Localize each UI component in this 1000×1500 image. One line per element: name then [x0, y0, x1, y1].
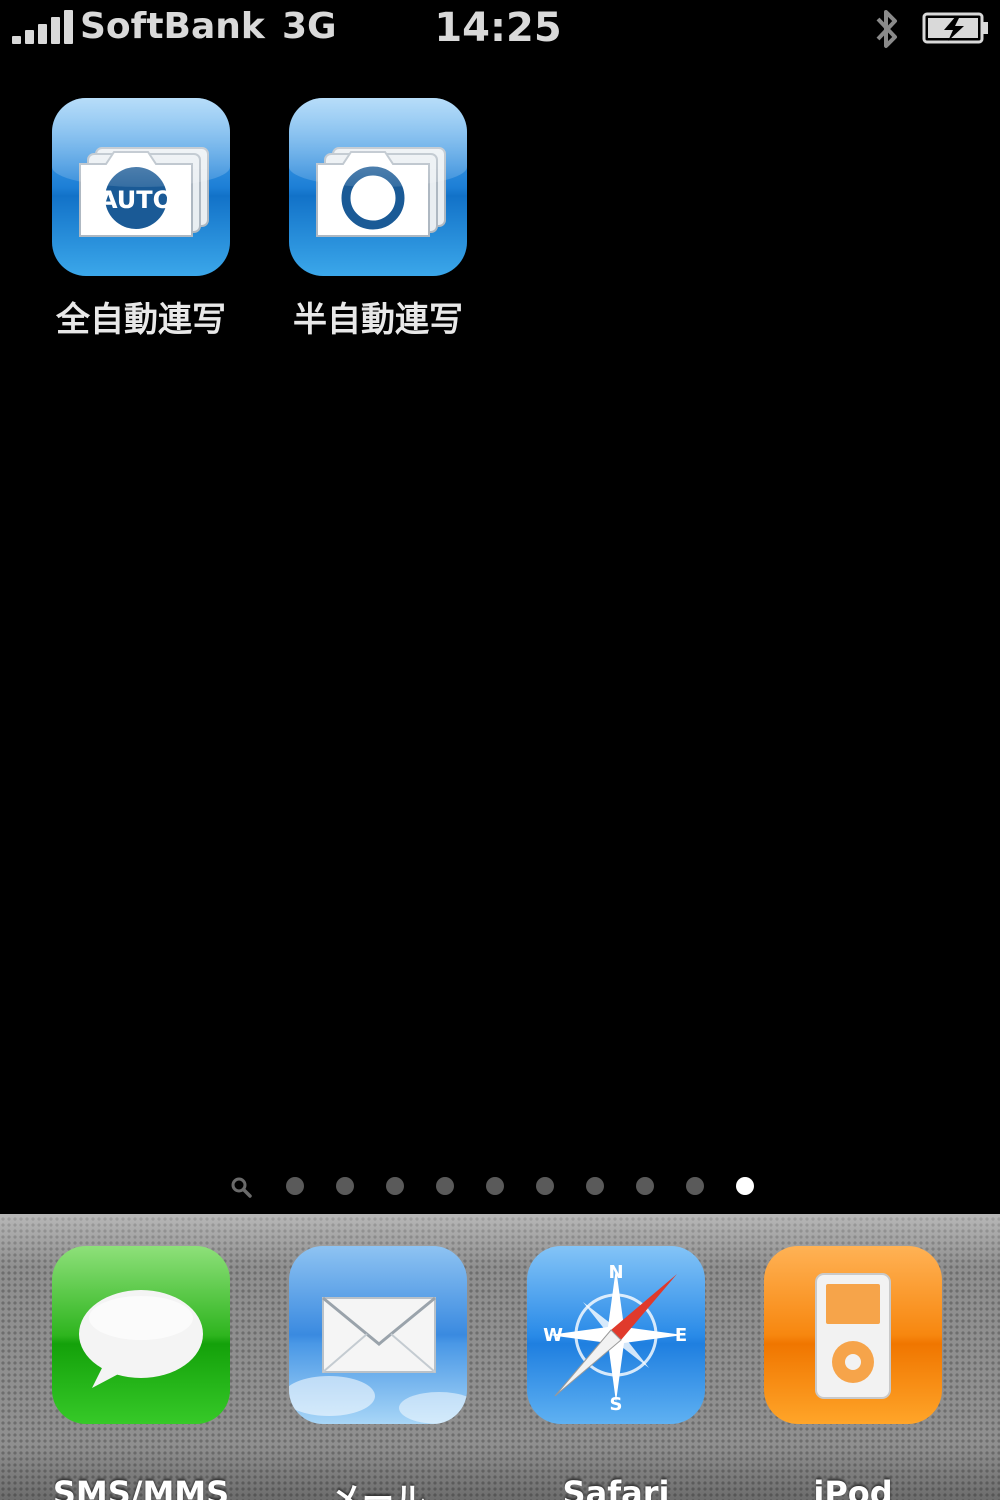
dock-app-sms[interactable]: SMS/MMS	[41, 1246, 241, 1500]
ipod-icon	[764, 1246, 942, 1424]
svg-text:E: E	[675, 1325, 687, 1346]
app-label: 全自動連写	[56, 300, 226, 340]
dock-app-safari[interactable]: N S W E Safari	[516, 1246, 716, 1500]
envelope-icon	[289, 1246, 467, 1424]
svg-text:W: W	[543, 1325, 563, 1346]
page-dot[interactable]	[636, 1177, 654, 1195]
dock-app-mail[interactable]: メール	[278, 1246, 478, 1500]
camera-auto-icon: AUTO	[52, 98, 230, 276]
app-auto-burst[interactable]: AUTO 全自動連写	[51, 98, 231, 341]
status-bar: SoftBank 3G 14:25	[0, 0, 1000, 58]
svg-text:N: N	[608, 1262, 623, 1283]
home-screen: SoftBank 3G 14:25 AUTO 全自動連写 半自動連写 SMS/M…	[0, 0, 1000, 1500]
battery-charging-icon	[922, 12, 988, 44]
dock-label: iPod	[813, 1474, 893, 1500]
dock-label: メール	[329, 1480, 426, 1500]
page-dot[interactable]	[386, 1177, 404, 1195]
search-icon[interactable]	[229, 1175, 253, 1199]
clock-container: 14:25	[0, 5, 1000, 51]
auto-badge: AUTO	[99, 186, 173, 214]
page-dot[interactable]	[686, 1177, 704, 1195]
dock-label: SMS/MMS	[52, 1474, 230, 1500]
app-label: 半自動連写	[293, 300, 463, 340]
page-dot[interactable]	[436, 1177, 454, 1195]
page-dot[interactable]	[586, 1177, 604, 1195]
page-dot[interactable]	[486, 1177, 504, 1195]
dock-label: Safari	[562, 1474, 670, 1500]
svg-text:S: S	[610, 1394, 623, 1415]
page-indicator[interactable]	[0, 1172, 1000, 1202]
dock-app-ipod[interactable]: iPod	[753, 1246, 953, 1500]
page-dot[interactable]	[286, 1177, 304, 1195]
app-semi-auto-burst[interactable]: 半自動連写	[288, 98, 468, 341]
status-time: 14:25	[434, 5, 562, 51]
dock: SMS/MMS メール N S W E Safari iPod	[0, 1214, 1000, 1500]
page-dot[interactable]	[536, 1177, 554, 1195]
page-dot[interactable]	[336, 1177, 354, 1195]
camera-manual-icon	[289, 98, 467, 276]
compass-icon: N S W E	[527, 1246, 705, 1424]
page-dot-current[interactable]	[736, 1177, 754, 1195]
speech-bubble-icon	[52, 1246, 230, 1424]
bluetooth-icon	[876, 10, 897, 48]
